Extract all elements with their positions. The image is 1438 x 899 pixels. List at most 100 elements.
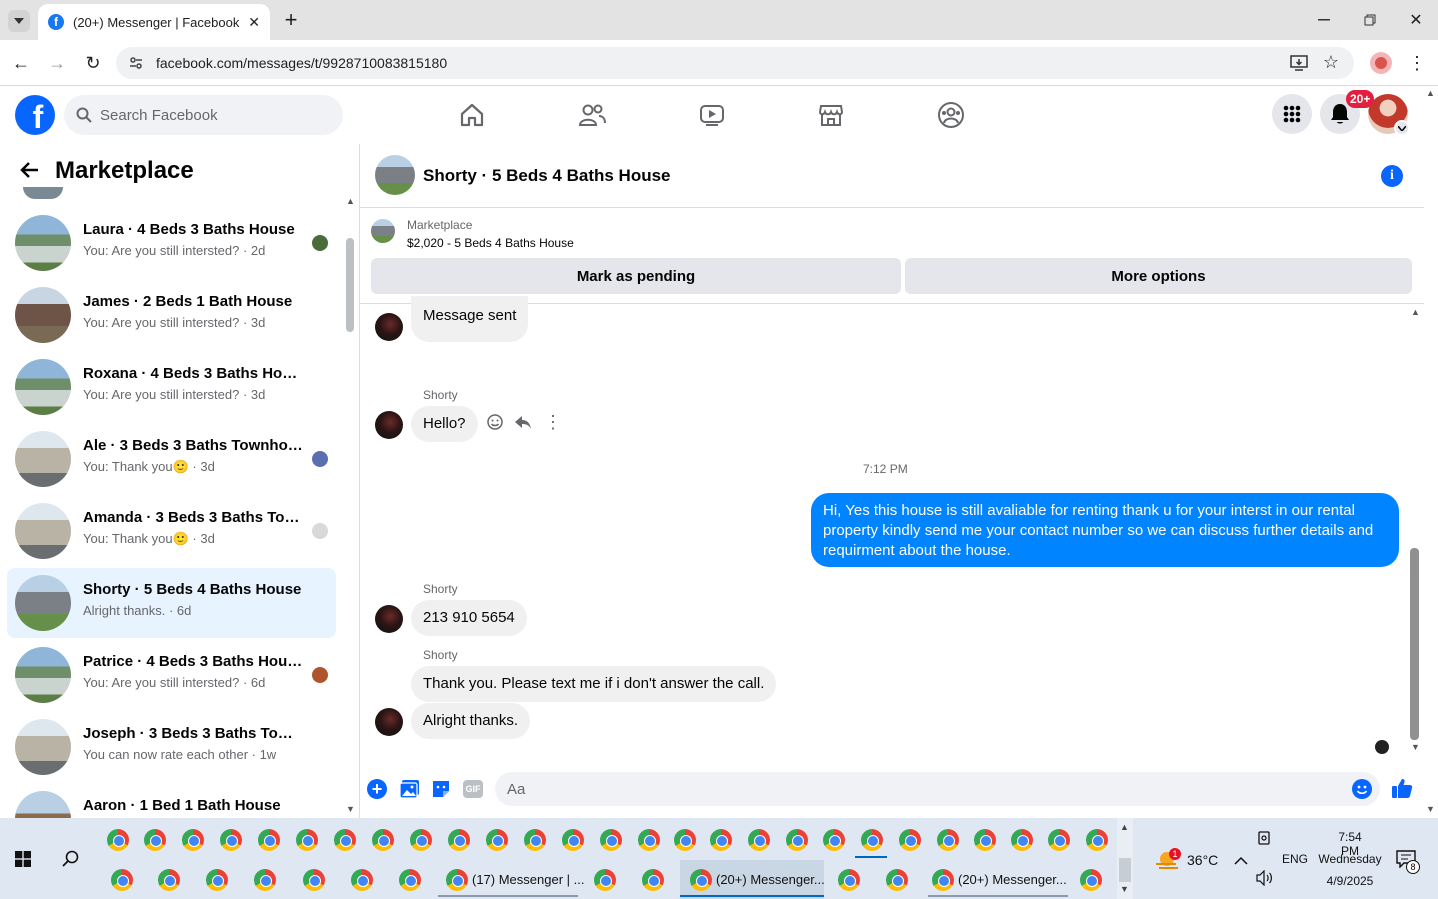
page-scroll-up-icon[interactable]: ▲ (1426, 88, 1435, 98)
conversation-item[interactable]: Ale · 3 Beds 3 Baths Townhouse You: Than… (7, 424, 336, 494)
chat-title[interactable]: Shorty · 5 Beds 4 Baths House (423, 166, 671, 186)
message-bubble[interactable]: 213 910 5654 (411, 600, 527, 636)
site-info-icon[interactable] (128, 55, 144, 71)
meet-now-icon[interactable] (1258, 830, 1272, 846)
conversation-item-active[interactable]: Shorty · 5 Beds 4 Baths House Alright th… (7, 568, 336, 638)
show-hidden-icons-chevron-icon[interactable] (1234, 852, 1248, 865)
windows-start-icon[interactable] (15, 851, 31, 867)
chrome-taskbar-icon[interactable] (486, 829, 508, 851)
sticker-icon[interactable] (431, 779, 451, 799)
page-scroll-down-icon[interactable]: ▼ (1426, 804, 1435, 814)
chrome-taskbar-icon[interactable] (786, 829, 808, 851)
taskbar-window-label[interactable]: (20+) Messenger... (716, 872, 825, 887)
conversation-item[interactable]: James · 2 Beds 1 Bath House You: Are you… (7, 280, 336, 350)
minimize-window-icon[interactable] (1312, 8, 1336, 32)
more-actions-icon[interactable]: ⋮ (544, 413, 562, 431)
chrome-taskbar-icon[interactable] (674, 829, 696, 851)
message-bubble[interactable]: Thank you. Please text me if i don't ans… (411, 666, 777, 702)
chrome-taskbar-icon[interactable] (446, 869, 468, 891)
sender-avatar[interactable] (375, 313, 403, 341)
chrome-taskbar-icon[interactable] (107, 829, 129, 851)
groups-icon[interactable] (936, 100, 966, 130)
sender-avatar[interactable] (375, 605, 403, 633)
menu-grid-icon[interactable] (1272, 94, 1312, 134)
tab-list-chevron-icon[interactable] (8, 10, 30, 32)
chrome-taskbar-icon[interactable] (410, 829, 432, 851)
chrome-taskbar-icon[interactable] (642, 869, 664, 891)
browser-menu-icon[interactable]: ⋮ (1406, 52, 1428, 74)
chrome-taskbar-icon[interactable] (899, 829, 921, 851)
chrome-taskbar-icon[interactable] (1048, 829, 1070, 851)
taskbar-window-label[interactable]: (17) Messenger | ... (472, 872, 584, 887)
url-omnibox[interactable]: facebook.com/messages/t/9928710083815180 (116, 47, 1354, 79)
conversation-item[interactable]: Aaron · 1 Bed 1 Bath House (7, 784, 336, 818)
chrome-taskbar-icon[interactable] (1080, 869, 1102, 891)
chrome-taskbar-icon[interactable] (690, 869, 712, 891)
taskbar-scroll[interactable]: ▲ ▼ (1117, 818, 1133, 899)
account-chevron-down-icon[interactable] (1394, 120, 1410, 136)
volume-speaker-icon[interactable] (1256, 869, 1274, 887)
chrome-taskbar-icon[interactable] (562, 829, 584, 851)
chrome-taskbar-icon[interactable] (254, 869, 276, 891)
listing-price[interactable]: $2,020 - 5 Beds 4 Baths House (407, 236, 574, 250)
scroll-up-icon[interactable]: ▲ (1411, 307, 1420, 317)
chrome-taskbar-icon[interactable] (182, 829, 204, 851)
gif-button[interactable]: GIF (463, 780, 483, 798)
chrome-taskbar-icon[interactable] (886, 869, 908, 891)
photo-attach-icon[interactable] (399, 779, 421, 799)
profile-avatar-icon[interactable] (1370, 52, 1392, 74)
back-arrow-icon[interactable] (20, 160, 42, 182)
chrome-taskbar-icon[interactable] (448, 829, 470, 851)
react-emoji-icon[interactable] (486, 413, 504, 431)
chrome-taskbar-icon[interactable] (144, 829, 166, 851)
emoji-picker-icon[interactable] (1352, 779, 1372, 799)
restore-window-icon[interactable] (1358, 8, 1382, 32)
chrome-taskbar-icon[interactable] (1086, 829, 1108, 851)
chrome-taskbar-icon[interactable] (206, 869, 228, 891)
reload-icon[interactable]: ↻ (82, 52, 104, 74)
chrome-taskbar-icon[interactable] (303, 869, 325, 891)
install-app-icon[interactable] (1288, 52, 1310, 74)
scroll-down-icon[interactable]: ▼ (346, 804, 355, 814)
taskbar-search-icon[interactable] (62, 850, 80, 868)
marketplace-icon[interactable] (816, 100, 846, 130)
mark-as-pending-button[interactable]: Mark as pending (371, 258, 901, 294)
chrome-taskbar-icon[interactable] (937, 829, 959, 851)
conversation-item[interactable]: Roxana · 4 Beds 3 Baths House You: Are y… (7, 352, 336, 422)
chrome-taskbar-icon[interactable] (1011, 829, 1033, 851)
chrome-taskbar-icon[interactable] (220, 829, 242, 851)
forward-arrow-icon[interactable]: → (46, 52, 68, 74)
info-icon[interactable]: i (1381, 165, 1403, 187)
reply-icon[interactable] (514, 413, 532, 431)
conversation-item[interactable]: Amanda · 3 Beds 3 Baths Tow... You: Than… (7, 496, 336, 566)
bookmark-star-icon[interactable]: ☆ (1320, 51, 1342, 73)
video-icon[interactable] (697, 100, 727, 130)
chrome-taskbar-icon[interactable] (932, 869, 954, 891)
more-attachments-plus-icon[interactable]: + (367, 779, 387, 799)
taskbar-window-label[interactable]: (20+) Messenger... (958, 872, 1067, 887)
scroll-down-icon[interactable]: ▼ (1411, 742, 1420, 752)
chrome-taskbar-icon[interactable] (258, 829, 280, 851)
tab-close-icon[interactable]: ✕ (248, 14, 260, 31)
more-options-button[interactable]: More options (905, 258, 1412, 294)
chrome-taskbar-icon[interactable] (823, 829, 845, 851)
chrome-taskbar-icon[interactable] (399, 869, 421, 891)
temperature[interactable]: 36°C (1187, 852, 1218, 868)
message-bubble[interactable]: Alright thanks. (411, 703, 531, 739)
thumbs-up-like-icon[interactable] (1391, 777, 1413, 799)
chrome-taskbar-icon[interactable] (111, 869, 133, 891)
chrome-taskbar-icon-active[interactable] (861, 829, 883, 851)
conversation-item[interactable]: Laura · 4 Beds 3 Baths House You: Are yo… (7, 208, 336, 278)
message-input[interactable]: Aa (495, 772, 1380, 806)
chrome-taskbar-icon[interactable] (710, 829, 732, 851)
clock-date[interactable]: 4/9/2025 (1320, 874, 1380, 888)
chrome-taskbar-icon[interactable] (638, 829, 660, 851)
back-arrow-icon[interactable]: ← (10, 52, 32, 74)
chrome-taskbar-icon[interactable] (524, 829, 546, 851)
home-icon[interactable] (457, 100, 487, 130)
chrome-taskbar-icon[interactable] (594, 869, 616, 891)
message-bubble[interactable]: Hello? (411, 406, 478, 442)
conversation-item[interactable]: Patrice · 4 Beds 3 Baths House You: Are … (7, 640, 336, 710)
chrome-taskbar-icon[interactable] (351, 869, 373, 891)
search-facebook-input[interactable]: Search Facebook (64, 95, 343, 135)
